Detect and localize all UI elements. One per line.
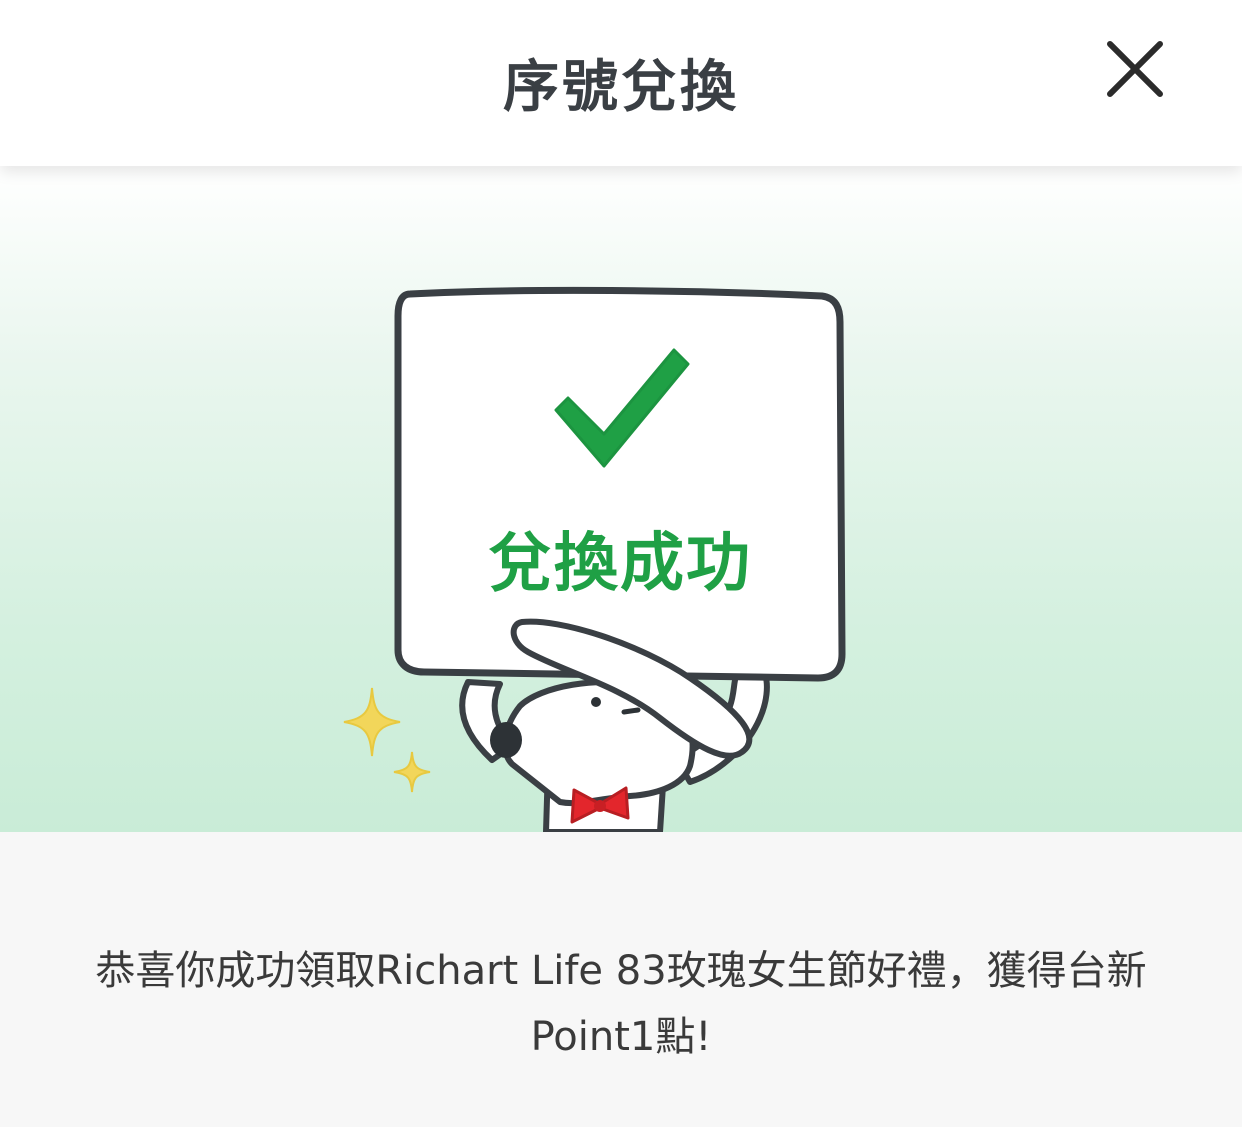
success-label: 兌換成功	[488, 527, 752, 601]
success-message: 恭喜你成功領取Richart Life 83玫瑰女生節好禮，獲得台新Point1…	[95, 948, 1147, 1060]
mascot-illustration	[343, 286, 846, 832]
redeem-success-page: 序號兌換 兌換成功 恭喜你成功領取Richart Life 83玫瑰女生節好禮，…	[0, 0, 1242, 1127]
success-illustration: 兌換成功	[0, 166, 1242, 832]
close-icon	[1107, 41, 1163, 97]
page-title: 序號兌換	[503, 55, 739, 120]
close-button[interactable]	[1100, 34, 1170, 104]
header-bar: 序號兌換	[0, 0, 1242, 166]
sparkle-small-icon	[393, 751, 431, 793]
dog-nose	[490, 722, 522, 758]
sparkle-large-icon	[343, 687, 401, 757]
